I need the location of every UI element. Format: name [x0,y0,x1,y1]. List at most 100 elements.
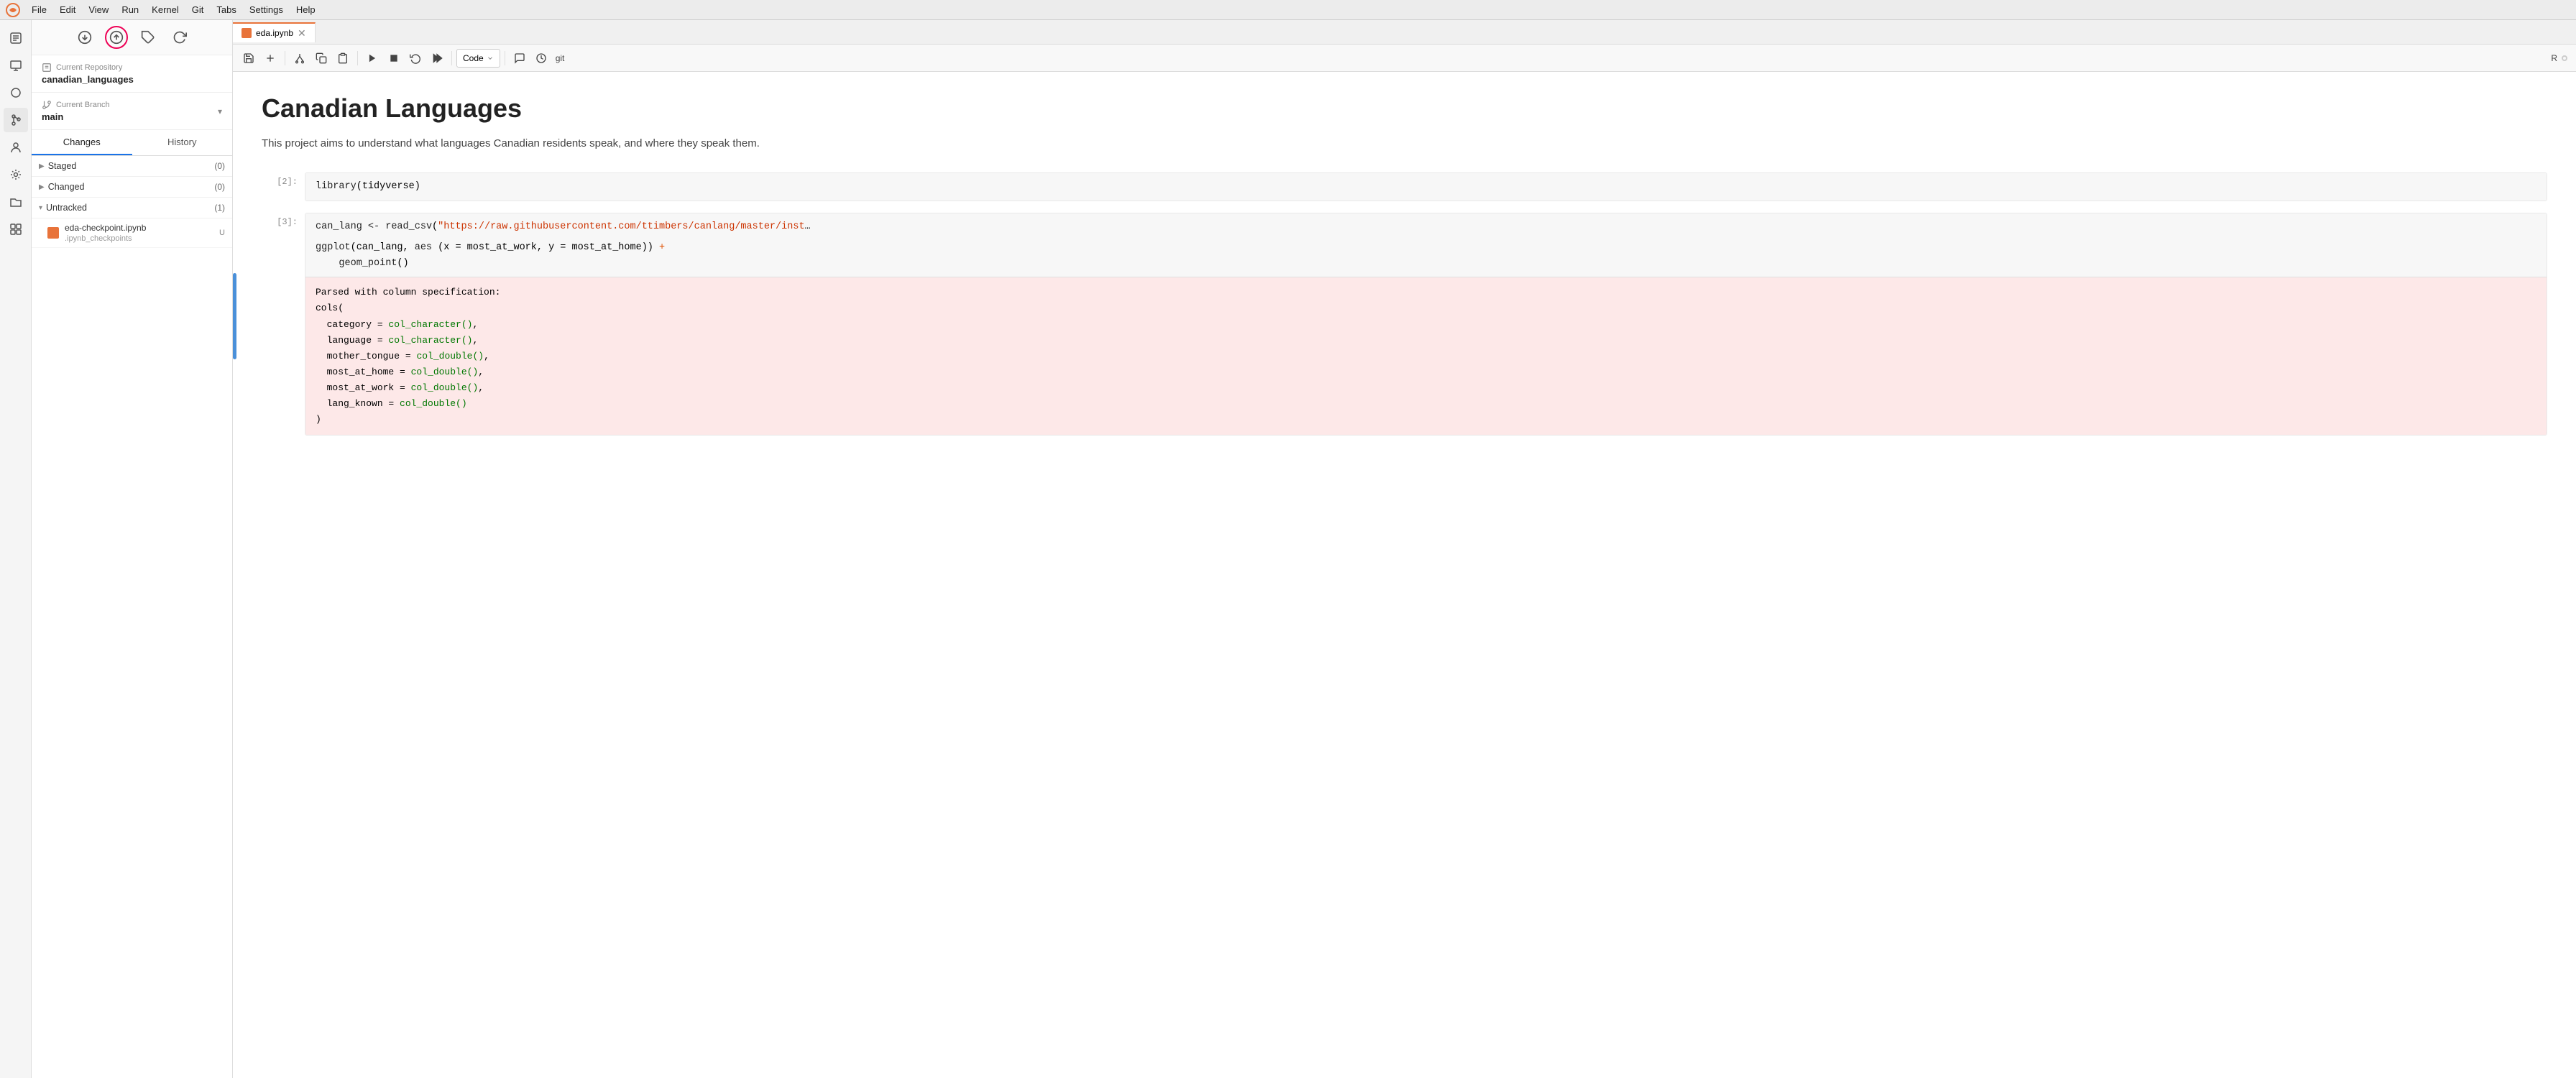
output-line-8: lang_known = col_double() [316,396,2536,412]
content-area: eda.ipynb ✕ [233,20,2576,1078]
chevron-down-icon [487,55,494,62]
output-line-5: mother_tongue = col_double(), [316,349,2536,364]
menubar: File Edit View Run Kernel Git Tabs Setti… [0,0,2576,20]
code-line-2: ggplot(can_lang, aes (x = most_at_work, … [316,240,2536,256]
code-line-3: geom_point() [316,256,2536,272]
output-line-4: language = col_character(), [316,333,2536,349]
pull-button[interactable] [73,26,96,49]
app-logo [6,3,20,17]
refresh-button[interactable] [168,26,191,49]
changed-section-header[interactable]: ▶ Changed (0) [32,177,232,198]
r-label: R [2548,53,2560,63]
git-toolbar [32,20,232,55]
clock-btn[interactable] [531,48,551,68]
sidebar-gear-icon[interactable] [4,162,28,187]
menu-git[interactable]: Git [186,3,210,17]
cell-2-code[interactable]: library(tidyverse) [305,173,2547,201]
tab-name: eda.ipynb [256,28,293,38]
tab-bar: eda.ipynb ✕ [233,20,2576,45]
staged-count: (0) [214,161,225,171]
file-name: eda-checkpoint.ipynb .ipynb_checkpoints [65,223,213,243]
menu-view[interactable]: View [83,3,114,17]
tab-close-button[interactable]: ✕ [298,28,306,38]
tab-file-icon [242,28,252,38]
code-line-1: can_lang <- read_csv("https://raw.github… [316,219,2536,235]
branch-info[interactable]: Current Branch main ▾ [32,93,232,130]
untracked-title: ▾ Untracked [39,203,87,213]
cell-3-content[interactable]: can_lang <- read_csv("https://raw.github… [305,213,2547,436]
file-status-badge: U [219,229,225,237]
cell-2-content[interactable]: library(tidyverse) [305,172,2547,201]
stop-button[interactable] [384,48,404,68]
push-button[interactable] [105,26,128,49]
copy-button[interactable] [311,48,331,68]
notebook-toolbar: Code git R [233,45,2576,72]
menu-settings[interactable]: Settings [244,3,289,17]
file-ext: .ipynb_checkpoints [65,234,132,243]
cell-3-code[interactable]: can_lang <- read_csv("https://raw.github… [305,213,2547,278]
restart-button[interactable] [405,48,426,68]
menu-tabs[interactable]: Tabs [211,3,242,17]
cell-2: [2]: library(tidyverse) [262,172,2547,201]
output-line-6: most_at_home = col_double(), [316,364,2536,380]
git-panel: Current Repository canadian_languages Cu… [32,20,233,1078]
kernel-status-icon [2562,55,2567,61]
sidebar-monitor-icon[interactable] [4,53,28,78]
menu-kernel[interactable]: Kernel [146,3,185,17]
fastforward-button[interactable] [427,48,447,68]
icon-sidebar [0,20,32,1078]
output-line-1: Parsed with column specification: [316,285,2536,300]
sidebar-puzzle-icon[interactable] [4,217,28,241]
staged-chevron-icon: ▶ [39,162,45,170]
menu-run[interactable]: Run [116,3,144,17]
toolbar-divider-2 [357,51,358,65]
cut-button[interactable] [290,48,310,68]
untracked-chevron-icon: ▾ [39,204,42,212]
add-cell-button[interactable] [260,48,280,68]
run-button[interactable] [362,48,382,68]
repo-name: canadian_languages [42,74,222,85]
cell-type-select[interactable]: Code [456,49,500,68]
tab-history[interactable]: History [132,130,233,155]
repo-info: Current Repository canadian_languages [32,55,232,93]
toolbar-divider-3 [451,51,452,65]
menu-edit[interactable]: Edit [54,3,81,17]
git-label: git [553,53,568,63]
notebook-tab[interactable]: eda.ipynb ✕ [233,22,316,42]
save-button[interactable] [239,48,259,68]
notebook-description: This project aims to understand what lan… [262,135,2547,152]
paste-button[interactable] [333,48,353,68]
output-line-9: ) [316,412,2536,428]
scroll-indicator[interactable] [233,273,236,359]
notebook-content: Canadian Languages This project aims to … [233,72,2576,1078]
notebook-title: Canadian Languages [262,93,2547,124]
untracked-count: (1) [214,203,225,213]
untracked-section-header[interactable]: ▾ Untracked (1) [32,198,232,218]
staged-section-header[interactable]: ▶ Staged (0) [32,156,232,177]
tab-changes[interactable]: Changes [32,130,132,155]
output-line-2: cols( [316,300,2536,316]
sidebar-circle-icon[interactable] [4,80,28,105]
sidebar-files-icon[interactable] [4,26,28,50]
branch-name: main [42,111,110,122]
sidebar-people-icon[interactable] [4,135,28,160]
changed-chevron-icon: ▶ [39,183,45,191]
file-notebook-icon [47,227,59,239]
changed-title: ▶ Changed [39,182,84,192]
cell-type-label: Code [463,53,484,63]
cell-3: [3]: can_lang <- read_csv("https://raw.g… [262,213,2547,436]
tag-button[interactable] [137,26,160,49]
menu-help[interactable]: Help [290,3,321,17]
branch-chevron-icon[interactable]: ▾ [218,106,222,116]
code-library-fn: library [316,181,356,192]
output-line-7: most_at_work = col_double(), [316,380,2536,396]
sidebar-folder-icon[interactable] [4,190,28,214]
circle-btn[interactable] [510,48,530,68]
output-line-3: category = col_character(), [316,317,2536,333]
menu-file[interactable]: File [26,3,52,17]
sidebar-git-icon[interactable] [4,108,28,132]
cell-3-label: [3]: [262,213,305,227]
repo-label: Current Repository [42,63,222,73]
file-item-checkpoint[interactable]: eda-checkpoint.ipynb .ipynb_checkpoints … [32,218,232,248]
staged-title: ▶ Staged [39,161,76,171]
